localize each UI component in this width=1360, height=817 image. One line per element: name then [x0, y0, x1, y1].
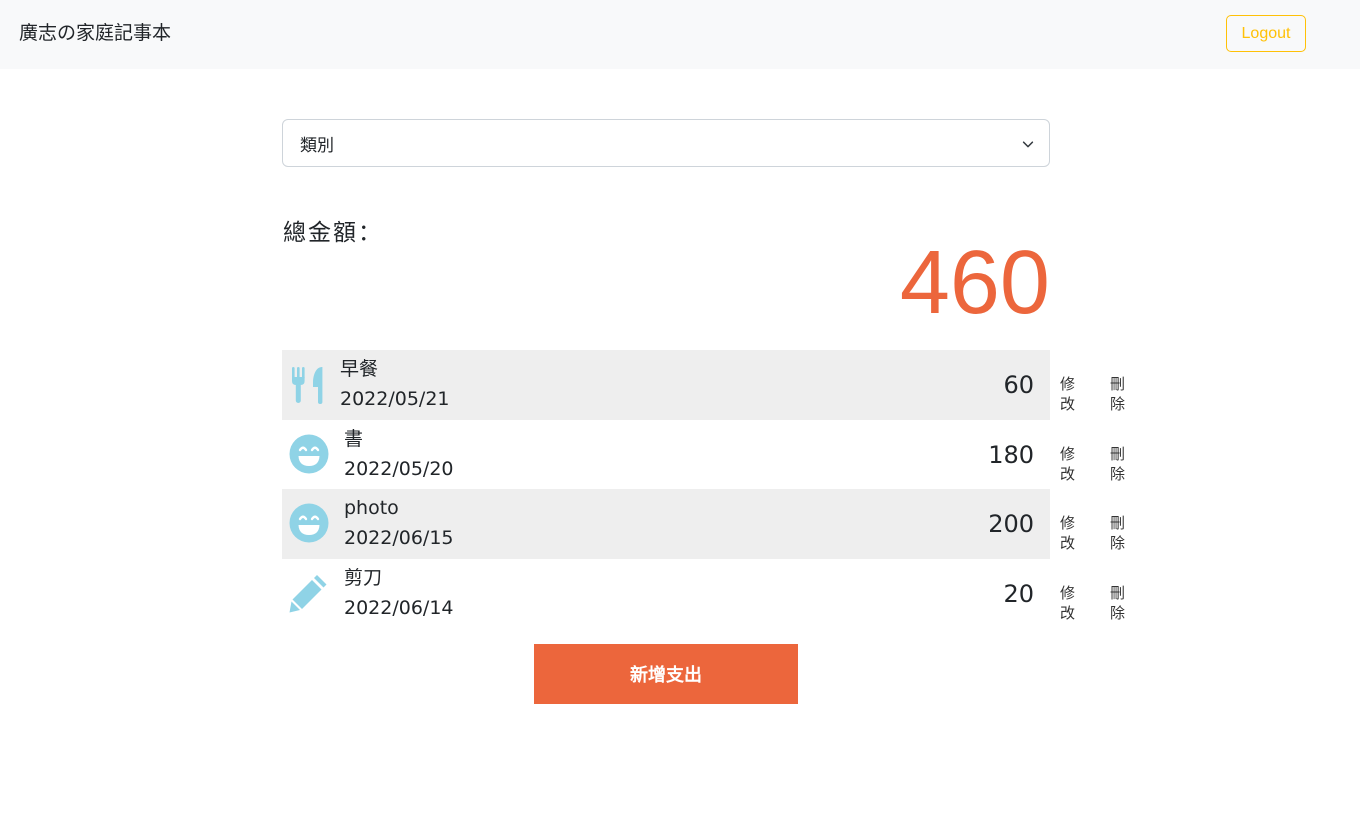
logout-button[interactable]: Logout: [1226, 15, 1306, 52]
brand-title[interactable]: 廣志の家庭記事本: [19, 21, 171, 45]
list-item: 書 2022/05/20 180 修改 刪除: [282, 420, 1125, 490]
smile-icon: [289, 434, 329, 473]
record-amount: 180: [988, 440, 1034, 469]
navbar: 廣志の家庭記事本 Logout: [0, 0, 1360, 69]
record-name: 剪刀: [344, 566, 383, 589]
record-date: 2022/05/20: [344, 457, 454, 480]
list-item: 剪刀 2022/06/14 20 修改 刪除: [282, 559, 1125, 629]
edit-link[interactable]: 修改: [1060, 444, 1075, 484]
record-name: photo: [344, 497, 399, 519]
delete-link[interactable]: 刪除: [1110, 513, 1125, 553]
delete-link[interactable]: 刪除: [1110, 583, 1125, 623]
record-amount: 60: [1003, 371, 1034, 399]
pencil-icon: [289, 574, 327, 612]
delete-link[interactable]: 刪除: [1110, 444, 1125, 484]
smile-icon: [289, 503, 329, 543]
record-list: 早餐 2022/05/21 60 修改 刪除 書 2022/05/20 180 …: [282, 350, 1182, 628]
add-expense-button[interactable]: 新增支出: [534, 644, 798, 704]
record-name: 早餐: [340, 358, 379, 380]
total-amount: 460: [899, 233, 1050, 333]
record-name: 書: [344, 427, 364, 450]
edit-link[interactable]: 修改: [1060, 374, 1075, 414]
edit-link[interactable]: 修改: [1060, 583, 1075, 623]
record-date: 2022/06/14: [344, 596, 454, 619]
total-label: 總金額：: [283, 220, 383, 246]
delete-link[interactable]: 刪除: [1110, 374, 1125, 414]
utensils-icon: [292, 367, 323, 404]
record-date: 2022/05/21: [340, 388, 450, 410]
list-item: photo 2022/06/15 200 修改 刪除: [282, 489, 1125, 559]
category-select-value: 類別: [300, 135, 334, 156]
list-item: 早餐 2022/05/21 60 修改 刪除: [282, 350, 1125, 420]
edit-link[interactable]: 修改: [1060, 513, 1075, 553]
chevron-down-icon: [1022, 141, 1034, 148]
record-amount: 200: [988, 510, 1034, 538]
category-select[interactable]: 類別: [282, 119, 1050, 167]
record-amount: 20: [1003, 579, 1034, 608]
record-date: 2022/06/15: [344, 527, 454, 549]
